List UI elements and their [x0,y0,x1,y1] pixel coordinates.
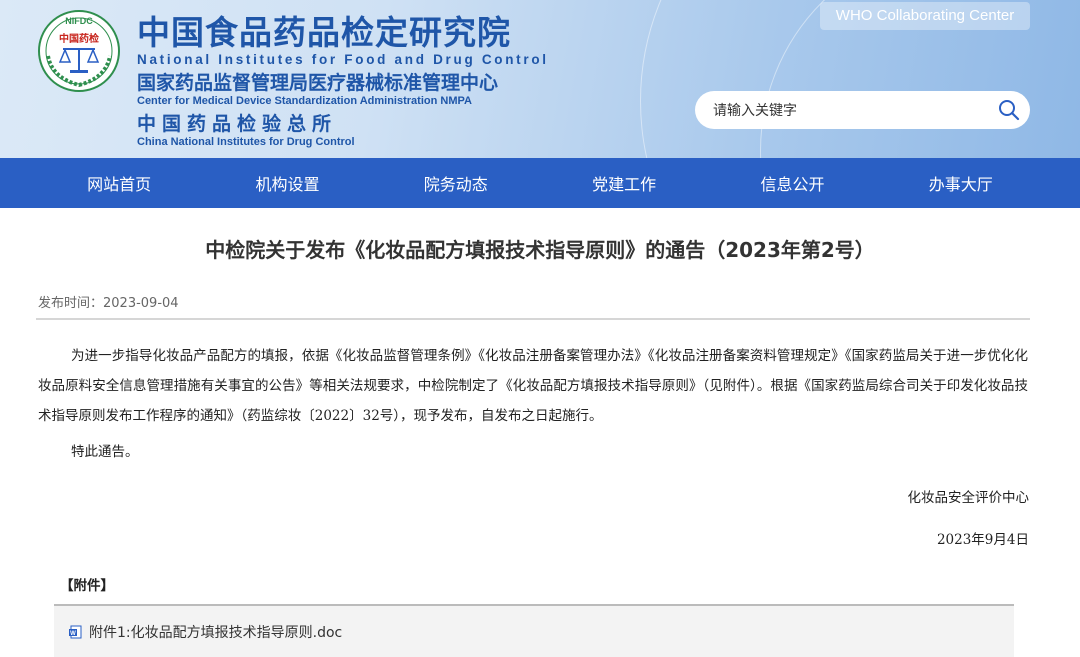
subtitle2-en: China National Institutes for Drug Contr… [137,136,355,148]
subtitle2-cn: 中国药品检验总所 [137,113,338,135]
main-nav: 网站首页 机构设置 院务动态 党建工作 信息公开 办事大厅 [0,158,1080,208]
divider [36,318,1030,320]
site-header: NIFDC 中国药检 中国食品药品检定研究院 National Institut… [0,0,1080,158]
nav-item-organization[interactable]: 机构设置 [205,171,370,195]
nav-item-news[interactable]: 院务动态 [373,171,538,195]
article-paragraph: 为进一步指导化妆品产品配方的填报，依据《化妆品监督管理条例》《化妆品注册备案管理… [38,348,1028,424]
nav-item-services[interactable]: 办事大厅 [878,171,1043,195]
search-input[interactable] [711,99,985,123]
attachment-item[interactable]: W 附件1:化妆品配方填报技术指导原则.doc [54,606,1014,657]
signature-org: 化妆品安全评价中心 [907,490,1030,506]
nav-item-party-building[interactable]: 党建工作 [542,171,707,195]
site-title-en: National Institutes for Food and Drug Co… [137,52,549,67]
nifdc-logo[interactable]: NIFDC 中国药检 [38,10,120,92]
nav-item-disclosure[interactable]: 信息公开 [710,171,875,195]
attachments-section: 【附件】 W 附件1:化妆品配方填报技术指导原则.doc [54,569,1014,657]
article-title: 中检院关于发布《化妆品配方填报技术指导原则》的通告（2023年第2号） [205,238,875,262]
publish-meta: 发布时间：2023-09-04 [38,292,179,311]
site-title-cn[interactable]: 中国食品药品检定研究院 [137,14,549,52]
who-collaborating-center-link[interactable]: WHO Collaborating Center [820,2,1030,30]
site-titles: 中国食品药品检定研究院 National Institutes for Food… [137,14,549,149]
signature-date: 2023年9月4日 [936,532,1029,548]
attachments-heading: 【附件】 [54,569,1014,606]
subtitle1-en: Center for Medical Device Standardizatio… [137,95,472,107]
article-paragraph: 特此通告。 [71,444,139,460]
logo-text-mid: 中国药检 [59,32,99,45]
search-icon[interactable] [998,99,1020,121]
article-body: 为进一步指导化妆品产品配方的填报，依据《化妆品监督管理条例》《化妆品注册备案管理… [38,341,1028,467]
publish-label: 发布时间： [38,296,104,311]
attachment-link[interactable]: 附件1:化妆品配方填报技术指导原则.doc [89,622,342,642]
nav-item-home[interactable]: 网站首页 [37,171,202,195]
svg-text:W: W [70,631,76,637]
search-box [695,91,1030,129]
subtitle1-cn: 国家药品监督管理局医疗器械标准管理中心 [137,72,499,94]
logo-text-top: NIFDC [65,16,93,26]
publish-date: 2023-09-04 [103,296,179,311]
word-doc-icon: W [69,625,82,638]
